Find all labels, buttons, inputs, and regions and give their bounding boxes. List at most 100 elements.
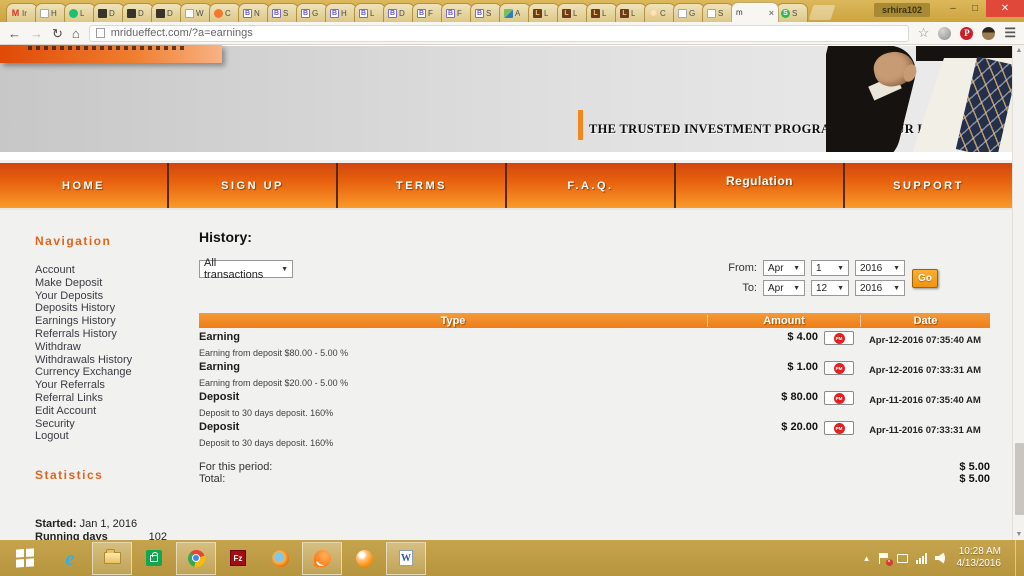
sidebar-item-withdraw[interactable]: Withdraw	[35, 341, 200, 354]
show-desktop-button[interactable]	[1015, 540, 1020, 576]
payment-method-badge[interactable]: PM	[824, 421, 854, 435]
taskbar-app-internet-explorer[interactable]: e	[50, 542, 90, 575]
browser-tab[interactable]: A	[499, 3, 531, 22]
payment-method-badge[interactable]: PM	[824, 391, 854, 405]
taskbar-app-file-explorer[interactable]	[92, 542, 132, 575]
menu-item-f-a-q[interactable]: F.A.Q.	[507, 163, 676, 208]
tab-close-icon[interactable]: ×	[769, 8, 774, 18]
payment-method-badge[interactable]: PM	[824, 361, 854, 375]
browser-tab[interactable]: BF	[441, 3, 473, 22]
browser-tab[interactable]: G	[673, 3, 705, 22]
menu-item-terms[interactable]: TERMS	[338, 163, 507, 208]
table-row: DepositDeposit to 30 days deposit. 160%$…	[199, 418, 990, 448]
browser-tab[interactable]: BN	[238, 3, 270, 22]
back-icon[interactable]: ←	[8, 27, 21, 40]
start-button[interactable]	[2, 542, 48, 575]
sidebar-item-account[interactable]: Account	[35, 264, 200, 277]
sidebar-item-currency-exchange[interactable]: Currency Exchange	[35, 366, 200, 379]
reload-icon[interactable]: ↻	[52, 27, 63, 40]
browser-tab[interactable]: LL	[557, 3, 589, 22]
avatar-extension-icon[interactable]	[982, 27, 995, 40]
browser-tab[interactable]: BF	[412, 3, 444, 22]
browser-tab[interactable]: MIr	[6, 3, 38, 22]
browser-tab[interactable]: BD	[383, 3, 415, 22]
page-scrollbar[interactable]: ▲ ▼	[1012, 45, 1024, 540]
browser-tab[interactable]: W	[180, 3, 212, 22]
taskbar-app-ms-word[interactable]: W	[386, 542, 426, 575]
transaction-type-select[interactable]: All transactions▼	[199, 260, 293, 278]
scroll-up-icon[interactable]: ▲	[1013, 47, 1024, 54]
taskbar-clock[interactable]: 10:28 AM 4/13/2016	[957, 546, 1002, 571]
taskbar-app-windows-store[interactable]	[134, 542, 174, 575]
browser-tab[interactable]: H	[35, 3, 67, 22]
profile-badge[interactable]: srhira102	[874, 3, 930, 17]
close-button[interactable]: ✕	[986, 0, 1024, 17]
to-day-select[interactable]: 12▼	[811, 280, 849, 296]
browser-tab[interactable]: LL	[528, 3, 560, 22]
pc-status-icon[interactable]	[897, 554, 908, 563]
chrome-menu-icon[interactable]: ☰	[1004, 25, 1016, 41]
taskbar-app-uc-browser[interactable]	[302, 542, 342, 575]
menu-item-regulation[interactable]: Regulation	[676, 163, 845, 208]
bookmark-star-icon[interactable]: ☆	[918, 25, 930, 41]
new-tab-button[interactable]	[809, 5, 836, 20]
browser-tab[interactable]: BS	[267, 3, 299, 22]
browser-tab[interactable]: S	[702, 3, 734, 22]
address-bar[interactable]: mridueffect.com/?a=earnings	[89, 25, 909, 42]
extension-globe-icon[interactable]	[938, 27, 951, 40]
sidebar-item-withdrawals-history[interactable]: Withdrawals History	[35, 354, 200, 367]
sidebar-item-your-deposits[interactable]: Your Deposits	[35, 290, 200, 303]
maximize-button[interactable]: □	[964, 0, 986, 17]
minimize-button[interactable]: –	[942, 0, 964, 17]
browser-tab[interactable]: L	[64, 3, 96, 22]
browser-tab[interactable]: LL	[615, 3, 647, 22]
menu-item-home[interactable]: HOME	[0, 163, 169, 208]
to-year-select[interactable]: 2016▼	[855, 280, 905, 296]
action-center-flag-icon[interactable]	[879, 553, 889, 564]
taskbar-app-gom-player[interactable]	[344, 542, 384, 575]
forward-icon[interactable]: →	[30, 27, 43, 40]
from-month-select[interactable]: Apr▼	[763, 260, 805, 276]
sidebar-item-make-deposit[interactable]: Make Deposit	[35, 277, 200, 290]
browser-tab[interactable]: D	[122, 3, 154, 22]
sidebar-item-edit-account[interactable]: Edit Account	[35, 405, 200, 418]
browser-tab[interactable]: BH	[325, 3, 357, 22]
volume-icon[interactable]	[935, 553, 945, 564]
payment-method-badge[interactable]: PM	[824, 331, 854, 345]
browser-tab[interactable]: LL	[586, 3, 618, 22]
browser-tab[interactable]: BG	[296, 3, 328, 22]
browser-tab[interactable]: SS	[776, 3, 808, 22]
browser-tab[interactable]: D	[93, 3, 125, 22]
sidebar-item-logout[interactable]: Logout	[35, 430, 200, 443]
scrollbar-thumb[interactable]	[1015, 443, 1024, 515]
taskbar-app-filezilla[interactable]: Fz	[218, 542, 258, 575]
browser-tab-active[interactable]: m×	[731, 2, 779, 22]
scroll-down-icon[interactable]: ▼	[1013, 531, 1024, 538]
browser-tab[interactable]: BL	[354, 3, 386, 22]
go-button[interactable]: Go	[912, 269, 938, 288]
menu-item-sign-up[interactable]: SIGN UP	[169, 163, 338, 208]
taskbar-app-firefox[interactable]	[260, 542, 300, 575]
sidebar-item-deposits-history[interactable]: Deposits History	[35, 302, 200, 315]
browser-tab[interactable]: BS	[470, 3, 502, 22]
browser-tab[interactable]: C	[209, 3, 241, 22]
from-day-select[interactable]: 1▼	[811, 260, 849, 276]
network-signal-icon[interactable]	[916, 553, 927, 564]
browser-tab[interactable]: D	[151, 3, 183, 22]
tab-title: D	[138, 9, 144, 18]
sidebar-item-earnings-history[interactable]: Earnings History	[35, 315, 200, 328]
sidebar-item-security[interactable]: Security	[35, 418, 200, 431]
home-icon[interactable]: ⌂	[72, 27, 80, 40]
menu-item-support[interactable]: SUPPORT	[845, 163, 1012, 208]
url-text[interactable]: mridueffect.com/?a=earnings	[111, 27, 253, 39]
tray-expand-icon[interactable]: ▲	[863, 554, 871, 563]
taskbar-app-google-chrome[interactable]	[176, 542, 216, 575]
sidebar-item-referrals-history[interactable]: Referrals History	[35, 328, 200, 341]
to-month-select[interactable]: Apr▼	[763, 280, 805, 296]
sidebar-item-your-referrals[interactable]: Your Referrals	[35, 379, 200, 392]
sidebar-item-referral-links[interactable]: Referral Links	[35, 392, 200, 405]
browser-tab[interactable]: C	[644, 3, 676, 22]
pinterest-extension-icon[interactable]: P	[960, 27, 973, 40]
tab-title: L	[573, 9, 577, 18]
from-year-select[interactable]: 2016▼	[855, 260, 905, 276]
